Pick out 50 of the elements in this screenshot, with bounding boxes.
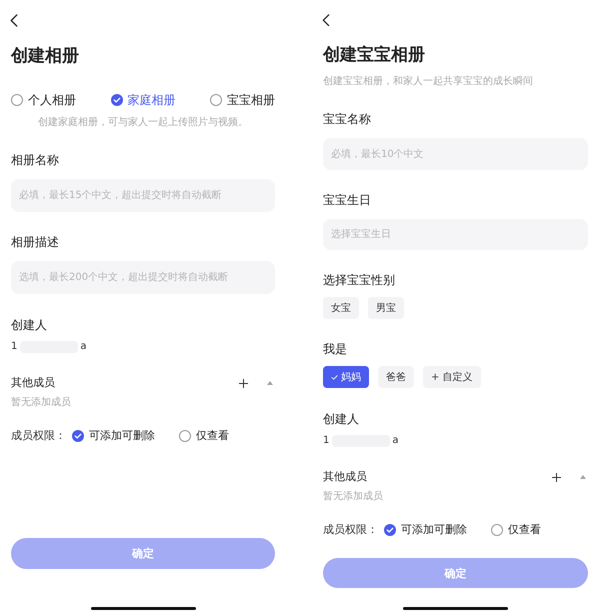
input-field[interactable]: 选填，最长200个中文，超出提交时将自动截断: [11, 261, 275, 294]
radio-circle-icon: [491, 524, 503, 536]
field-label: 相册描述: [11, 234, 60, 251]
creator-id-text: 1: [323, 434, 330, 448]
field-label: 相册名称: [11, 152, 60, 169]
radio-circle-icon: [210, 94, 222, 106]
permission-radio[interactable]: 可添加可删除: [72, 428, 155, 444]
back-icon[interactable]: [10, 14, 18, 27]
check-circle-icon: [72, 430, 84, 442]
plus-icon[interactable]: [239, 378, 248, 388]
page-title: 创建宝宝相册: [323, 44, 426, 68]
input-field[interactable]: 必填，最长15个中文，超出提交时将自动截断: [11, 179, 275, 212]
empty-members-text: 暂无添加成员: [11, 396, 72, 410]
field-label: 我是: [323, 341, 348, 358]
radio-circle-icon: [179, 430, 191, 442]
choice-chip[interactable]: 女宝: [323, 297, 359, 320]
permission-radio[interactable]: 可添加可删除: [384, 522, 467, 538]
page-subtitle: 创建宝宝相册，和家人一起共享宝宝的成长瞬间: [323, 75, 534, 90]
choice-chip[interactable]: 妈妈: [323, 366, 369, 388]
input-field[interactable]: 选择宝宝生日: [323, 218, 588, 250]
plus-icon[interactable]: [552, 472, 561, 482]
creator-id-text: a: [392, 434, 399, 448]
input-field[interactable]: 必填，最长10个中文: [323, 138, 588, 170]
creator-label: 创建人: [11, 317, 48, 334]
permission-label: 成员权限：: [323, 522, 378, 538]
permission-label: 成员权限：: [11, 428, 66, 444]
field-label: 选择宝宝性别: [323, 272, 396, 290]
choice-chip[interactable]: + 自定义: [423, 366, 481, 388]
choice-chip[interactable]: 男宝: [368, 297, 404, 320]
creator-id-text: 1: [11, 340, 18, 354]
permission-radio[interactable]: 仅查看: [179, 428, 229, 444]
album-type-radio[interactable]: 个人相册: [11, 92, 76, 108]
members-label: 其他成员: [323, 469, 368, 486]
radio-circle-icon: [11, 94, 23, 106]
check-circle-icon: [110, 94, 122, 106]
members-label: 其他成员: [11, 375, 56, 391]
check-icon: [331, 374, 338, 380]
creator-id-text: a: [80, 340, 87, 354]
album-type-radio[interactable]: 宝宝相册: [210, 92, 275, 108]
album-type-hint: 创建家庭相册，可与家人一起上传照片与视频。: [37, 116, 249, 130]
choice-chip[interactable]: 爸爸: [378, 366, 414, 388]
permission-radio[interactable]: 仅查看: [491, 522, 541, 538]
album-type-radio[interactable]: 家庭相册: [110, 92, 176, 108]
page-title: 创建相册: [11, 45, 80, 68]
field-label: 宝宝生日: [323, 192, 372, 209]
empty-members-text: 暂无添加成员: [323, 490, 384, 504]
back-icon[interactable]: [322, 14, 330, 26]
check-circle-icon: [384, 524, 396, 536]
field-label: 宝宝名称: [323, 111, 372, 128]
creator-label: 创建人: [323, 411, 360, 428]
